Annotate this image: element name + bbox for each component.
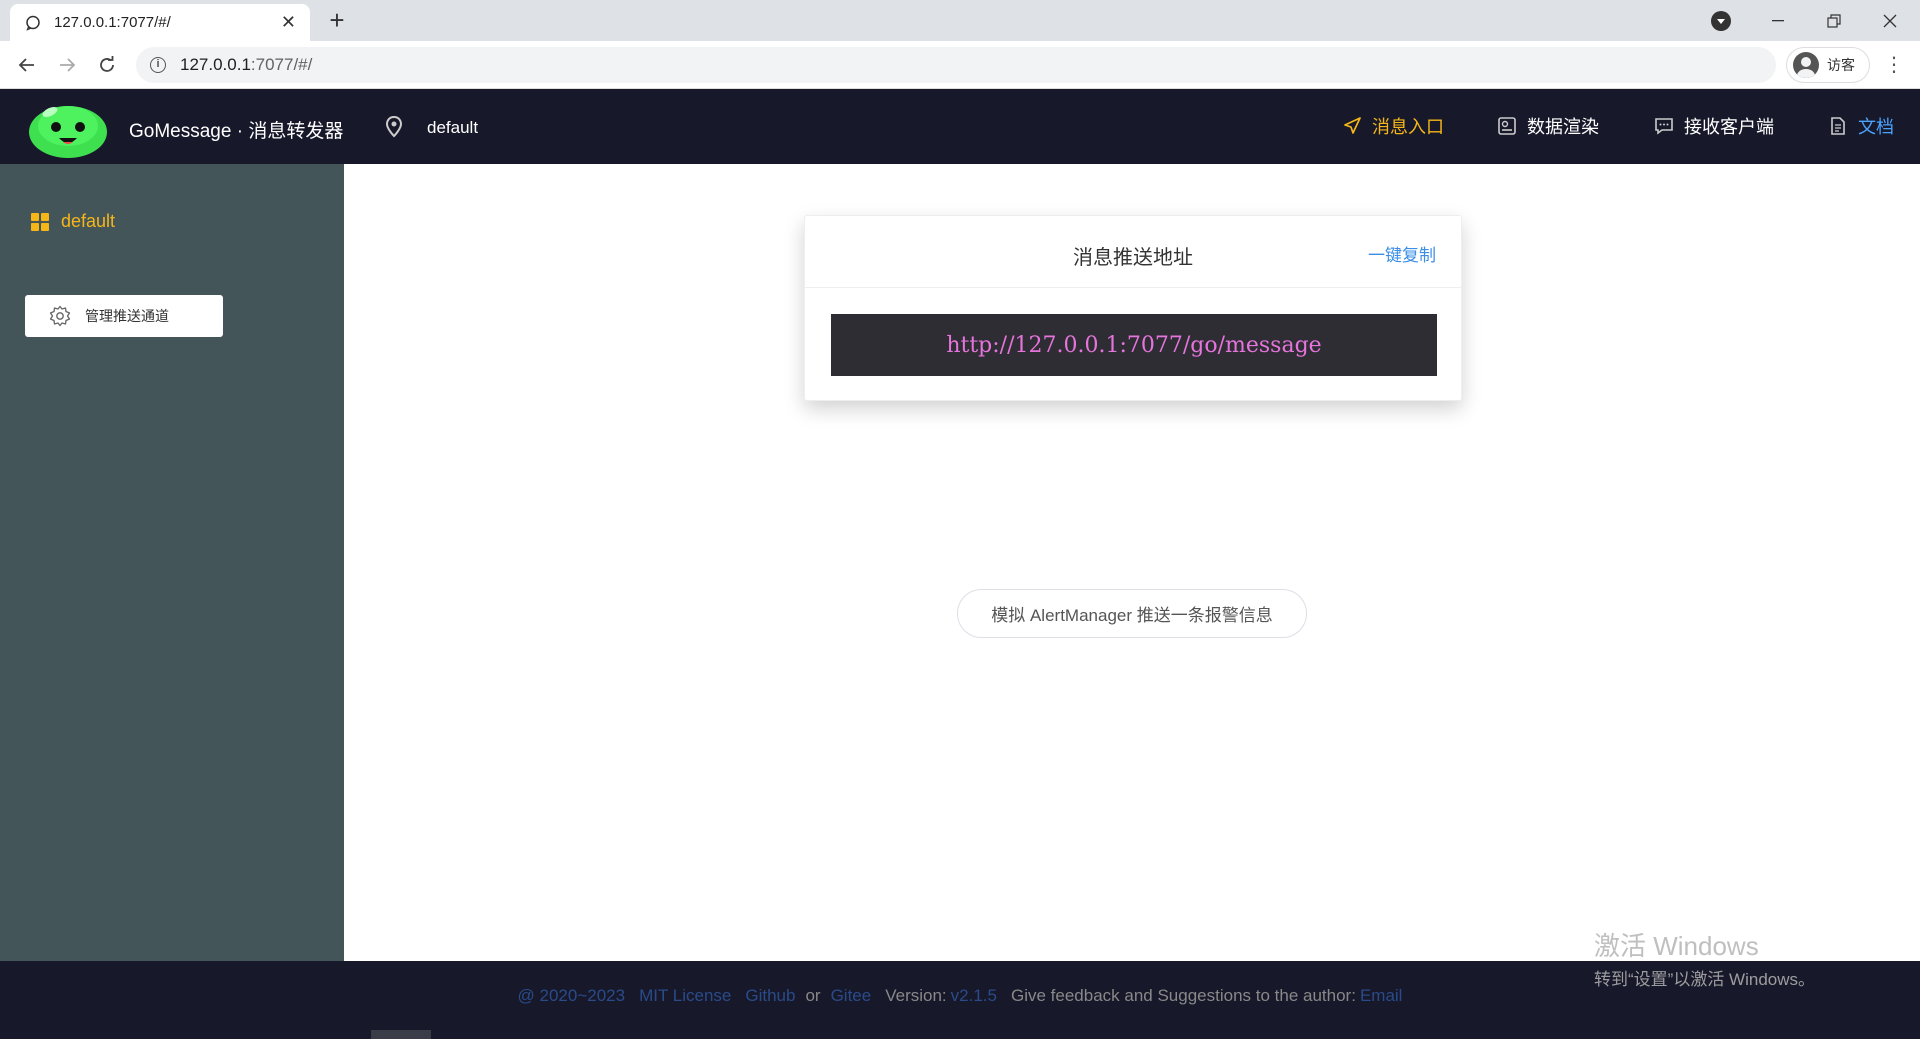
- watermark-line2: 转到“设置”以激活 Windows。: [1594, 970, 1816, 989]
- email-link[interactable]: Email: [1360, 986, 1403, 1005]
- copy-link[interactable]: 一键复制: [1368, 241, 1436, 266]
- send-icon: [1344, 117, 1361, 134]
- avatar: [1793, 52, 1819, 78]
- nav-docs-label: 文档: [1858, 117, 1894, 137]
- version-label: Version:: [885, 986, 947, 1005]
- nav-clients[interactable]: 接收客户端: [1654, 113, 1774, 139]
- gear-icon: [49, 305, 71, 327]
- browser-tab[interactable]: 127.0.0.1:7077/#/ ✕: [10, 4, 310, 41]
- license-link[interactable]: MIT License: [639, 986, 731, 1005]
- app-brand: GoMessage · 消息转发器: [129, 121, 344, 142]
- render-icon: [1498, 117, 1516, 135]
- nav-message-inbox-label: 消息入口: [1372, 117, 1444, 137]
- copyright-text: @ 2020~2023: [517, 986, 626, 1005]
- manage-channels-label: 管理推送通道: [85, 308, 169, 324]
- message-icon: [1655, 118, 1673, 135]
- push-address-card: 消息推送地址 一键复制 http://127.0.0.1:7077/go/mes…: [804, 215, 1462, 401]
- sidebar: default 管理推送通道: [0, 164, 344, 961]
- location-pin-icon: [385, 115, 403, 138]
- nav-docs[interactable]: 文档: [1828, 113, 1894, 139]
- activation-watermark: 激活 Windows 转到“设置”以激活 Windows。: [1594, 926, 1815, 990]
- more-menu-icon[interactable]: ⋮: [1882, 53, 1906, 77]
- forward-icon[interactable]: [52, 50, 82, 80]
- sidebar-item-default[interactable]: default: [31, 211, 115, 232]
- browser-tabbar: 127.0.0.1:7077/#/ ✕ +: [0, 0, 1920, 41]
- tab-title: 127.0.0.1:7077/#/: [54, 14, 171, 31]
- address-bar[interactable]: i 127.0.0.1:7077/#/: [136, 47, 1776, 83]
- taskbar-fragment: [371, 1030, 431, 1039]
- nav-clients-label: 接收客户端: [1684, 117, 1774, 137]
- location-label: default: [427, 118, 479, 137]
- nav-data-render[interactable]: 数据渲染: [1497, 113, 1599, 139]
- url-rest: :7077/#/: [250, 55, 313, 74]
- profile-button[interactable]: 访客: [1786, 47, 1870, 83]
- back-icon[interactable]: [12, 50, 42, 80]
- feedback-text: Give feedback and Suggestions to the aut…: [1010, 986, 1356, 1005]
- info-icon[interactable]: i: [150, 57, 166, 73]
- or-text: or: [805, 986, 821, 1005]
- reload-icon[interactable]: [92, 50, 122, 80]
- window-close-icon[interactable]: [1862, 0, 1918, 41]
- tab-search-icon[interactable]: [1711, 11, 1731, 31]
- manage-channels-button[interactable]: 管理推送通道: [25, 295, 223, 337]
- chat-bubble-icon: [24, 14, 42, 32]
- sidebar-item-label: default: [61, 211, 116, 231]
- restore-icon[interactable]: [1806, 0, 1862, 41]
- minimize-icon[interactable]: [1750, 0, 1806, 41]
- app-header: GoMessage · 消息转发器 default 消息入口 数据渲染 接收客户…: [0, 89, 1920, 164]
- profile-label: 访客: [1827, 57, 1855, 73]
- github-link[interactable]: Github: [745, 986, 795, 1005]
- nav-message-inbox[interactable]: 消息入口: [1342, 113, 1444, 139]
- card-title: 消息推送地址: [1073, 247, 1193, 269]
- grid-icon: [31, 212, 49, 231]
- document-icon: [1831, 117, 1845, 135]
- push-url-display: http://127.0.0.1:7077/go/message: [831, 314, 1437, 376]
- address-url: 127.0.0.1:7077/#/: [180, 55, 312, 75]
- card-header: 消息推送地址 一键复制: [805, 216, 1461, 288]
- gitee-link[interactable]: Gitee: [831, 986, 872, 1005]
- close-tab-icon[interactable]: ✕: [281, 12, 296, 33]
- browser-toolbar: i 127.0.0.1:7077/#/ 访客 ⋮: [0, 41, 1920, 89]
- logo-icon[interactable]: [28, 98, 108, 158]
- nav-data-render-label: 数据渲染: [1527, 117, 1599, 137]
- url-host: 127.0.0.1: [180, 55, 251, 74]
- watermark-line1: 激活 Windows: [1594, 931, 1759, 961]
- new-tab-icon[interactable]: +: [323, 7, 351, 35]
- simulate-alert-button[interactable]: 模拟 AlertManager 推送一条报警信息: [957, 589, 1307, 638]
- version-value: v2.1.5: [950, 986, 997, 1005]
